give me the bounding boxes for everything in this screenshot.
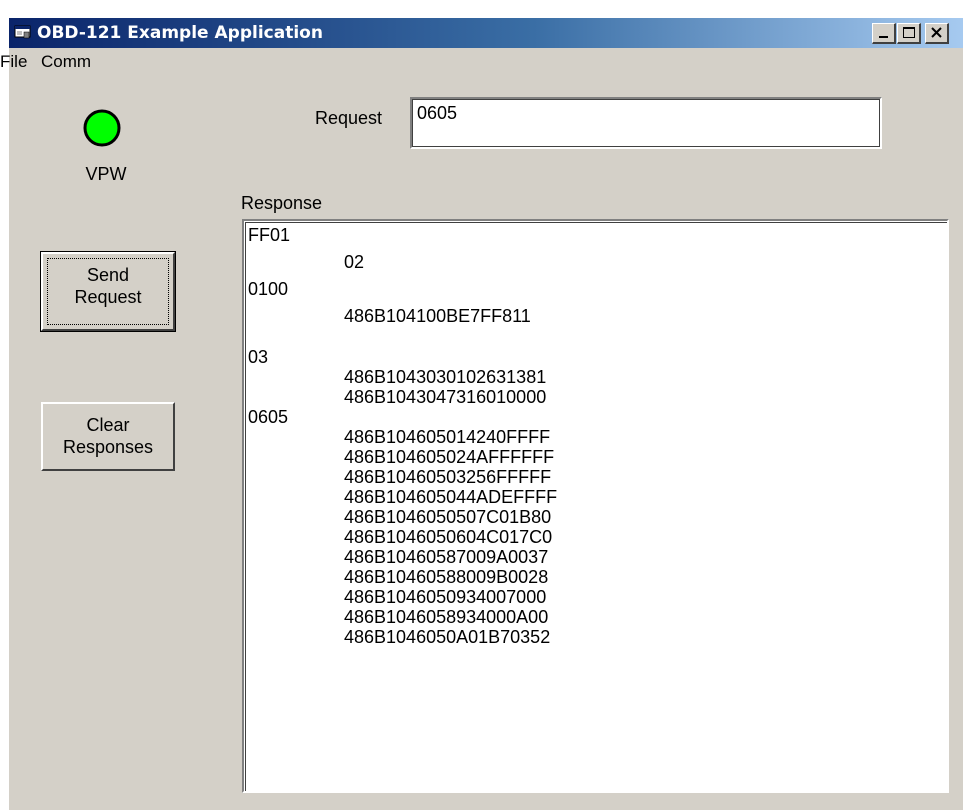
response-label: Response [241,193,323,213]
response-line: 486B1046050604C017C0 [344,527,553,547]
focus-rectangle [47,258,169,325]
minimize-icon [879,36,888,38]
app-icon [14,25,31,39]
minimize-button[interactable] [872,23,896,44]
request-input[interactable]: 0605 [410,97,882,149]
window-title: OBD-121 Example Application [37,23,323,43]
response-line: 486B104605044ADEFFFF [344,487,558,507]
status-led-icon [83,109,121,147]
response-line: 486B10460587009A0037 [344,547,549,567]
response-line: 03 [248,347,269,367]
app-window: OBD-121 Example Application File Comm VP… [0,18,963,810]
response-line: 0605 [248,407,289,427]
response-line: 02 [344,252,365,272]
response-line: 486B10460503256FFFFF [344,467,552,487]
response-textarea[interactable]: FF01 02 0100 486B104100BE7FF811 03 486B104303… [242,219,949,793]
clear-responses-label-line2: Responses [62,437,154,457]
title-bar[interactable]: OBD-121 Example Application [9,18,963,48]
maximize-button[interactable] [897,23,921,44]
response-line: 486B104605024AFFFFFF [344,447,555,467]
close-icon [931,27,942,38]
response-line: 486B104100BE7FF811 [344,306,531,326]
response-line: 486B1046058934000A00 [344,607,549,627]
response-line: 0100 [248,279,289,299]
response-line: 486B1043047316010000 [344,387,547,407]
response-line: 486B10460588009B0028 [344,567,549,587]
send-request-button[interactable]: Send Request [40,251,176,332]
protocol-label: VPW [85,164,127,184]
response-line: FF01 [248,225,291,245]
response-line: 486B1043030102631381 [344,367,547,387]
close-button[interactable] [925,23,949,44]
clear-responses-button[interactable]: Clear Responses [41,402,175,471]
response-line: 486B1046050A01B70352 [344,627,551,647]
menu-comm[interactable]: Comm [41,52,91,72]
request-label: Request [315,108,383,128]
response-line: 486B1046050934007000 [344,587,547,607]
response-content: FF01 02 0100 486B104100BE7FF811 03 486B104303… [245,222,947,791]
menu-bar: File Comm [0,48,963,74]
response-line: 486B1046050507C01B80 [344,507,552,527]
menu-file[interactable]: File [0,52,27,72]
response-line: 486B104605014240FFFF [344,427,551,447]
maximize-icon [903,27,915,38]
clear-responses-label-line1: Clear [86,415,130,435]
